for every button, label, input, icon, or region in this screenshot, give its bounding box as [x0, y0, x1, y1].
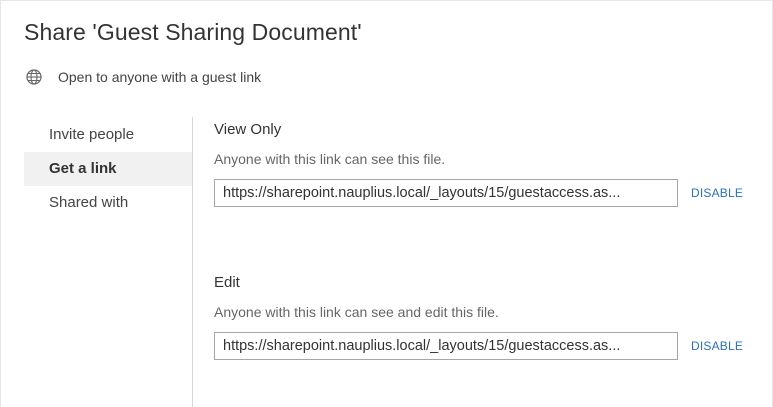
- edit-description: Anyone with this link can see and edit t…: [214, 304, 499, 320]
- share-nav: Invite people Get a link Shared with: [24, 118, 193, 220]
- disable-view-link-button[interactable]: DISABLE: [691, 186, 743, 200]
- view-only-link-field[interactable]: [214, 179, 678, 207]
- view-only-title: View Only: [214, 121, 282, 138]
- edit-link-row: DISABLE: [214, 332, 754, 360]
- nav-divider: [192, 117, 193, 407]
- nav-item-get-a-link[interactable]: Get a link: [24, 152, 193, 186]
- dialog-title: Share 'Guest Sharing Document': [24, 19, 362, 45]
- globe-icon: [25, 68, 43, 86]
- nav-item-shared-with[interactable]: Shared with: [24, 186, 193, 220]
- view-only-link-row: DISABLE: [214, 179, 754, 207]
- sharing-status-text: Open to anyone with a guest link: [58, 69, 262, 85]
- disable-edit-link-button[interactable]: DISABLE: [691, 339, 743, 353]
- view-only-description: Anyone with this link can see this file.: [214, 151, 446, 167]
- edit-title: Edit: [214, 274, 240, 291]
- sharing-status: Open to anyone with a guest link: [25, 67, 261, 87]
- share-dialog: Share 'Guest Sharing Document' Open to a…: [0, 0, 773, 407]
- view-only-section: View Only Anyone with this link can see …: [214, 121, 754, 207]
- nav-item-invite-people[interactable]: Invite people: [24, 118, 193, 152]
- edit-link-field[interactable]: [214, 332, 678, 360]
- edit-section: Edit Anyone with this link can see and e…: [214, 274, 754, 360]
